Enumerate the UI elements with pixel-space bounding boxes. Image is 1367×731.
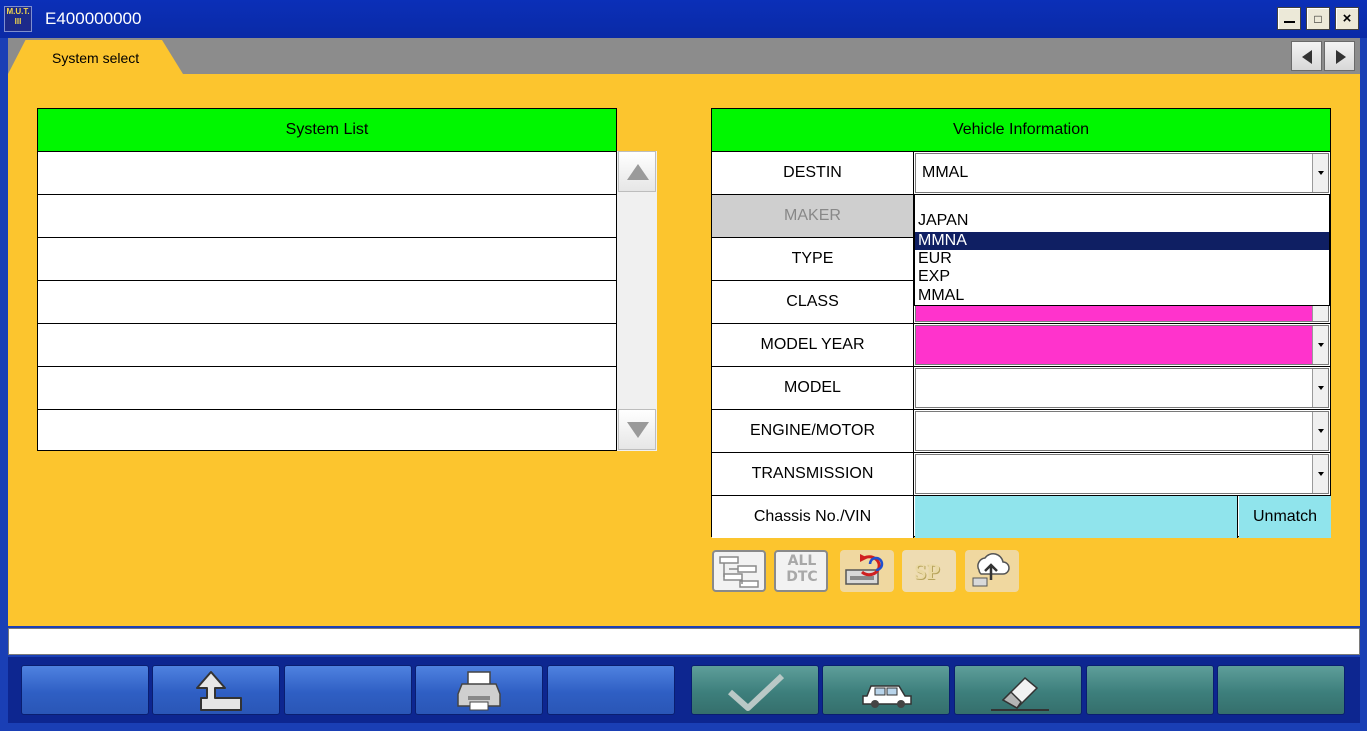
model-year-row: MODEL YEAR <box>712 324 1330 367</box>
engine-motor-label: ENGINE/MOTOR <box>712 410 914 452</box>
data-upload-button[interactable] <box>965 550 1019 592</box>
function-button-9[interactable] <box>1086 665 1214 715</box>
function-button-1[interactable] <box>21 665 149 715</box>
minimize-button[interactable] <box>1277 7 1301 30</box>
engine-motor-row: ENGINE/MOTOR <box>712 410 1330 453</box>
title-bar: M.U.T. III E400000000 □ × <box>0 0 1367 38</box>
system-tree-icon <box>719 556 759 588</box>
all-dtc-line2: DTC <box>786 569 818 585</box>
dropdown-option[interactable]: JAPAN <box>915 212 1329 230</box>
destin-dropdown-list[interactable]: JAPAN MMNA EUR EXP MMAL <box>914 194 1330 306</box>
special-function-button[interactable]: SP <box>902 550 956 592</box>
vehicle-button[interactable] <box>822 665 950 715</box>
back-button[interactable] <box>152 665 280 715</box>
model-label: MODEL <box>712 367 914 409</box>
window-title: E400000000 <box>45 9 142 28</box>
maker-label: MAKER <box>712 195 914 237</box>
scroll-down-button[interactable] <box>618 409 656 450</box>
dropdown-arrow-icon[interactable] <box>1312 455 1328 493</box>
tab-strip: System select <box>8 38 1360 74</box>
maximize-icon: □ <box>1314 12 1322 26</box>
printer-icon <box>457 671 501 711</box>
print-button[interactable] <box>415 665 543 715</box>
ecu-reprogram-button[interactable] <box>840 550 894 592</box>
dropdown-option-selected[interactable]: MMNA <box>915 232 1329 250</box>
function-button-5[interactable] <box>547 665 675 715</box>
model-row: MODEL <box>712 367 1330 410</box>
eraser-icon <box>991 676 1049 711</box>
system-list-header: System List <box>38 109 616 152</box>
app-logo-text: M.U.T. III <box>6 7 30 26</box>
class-label: CLASS <box>712 281 914 323</box>
status-bar <box>8 628 1360 655</box>
dropdown-option[interactable]: MMAL <box>915 287 1329 305</box>
model-year-label: MODEL YEAR <box>712 324 914 366</box>
list-item[interactable] <box>38 238 616 281</box>
chevron-right-icon <box>1336 50 1346 64</box>
all-dtc-line1: ALL <box>787 553 817 569</box>
list-item[interactable] <box>38 367 616 410</box>
list-item[interactable] <box>38 195 616 238</box>
tab-scroll-left-button[interactable] <box>1291 41 1322 71</box>
destin-label: DESTIN <box>712 152 914 194</box>
list-item[interactable] <box>38 281 616 324</box>
list-item[interactable] <box>38 152 616 195</box>
vin-status: Unmatch <box>1239 496 1331 538</box>
engine-motor-select[interactable] <box>915 411 1329 451</box>
vehicle-information-header: Vehicle Information <box>712 109 1330 152</box>
system-list-scrollbar[interactable] <box>617 151 657 451</box>
car-icon <box>862 685 912 708</box>
main-panel: System List Vehicle Information DESTIN M… <box>8 74 1360 626</box>
tab-scroll-right-button[interactable] <box>1324 41 1355 71</box>
arrow-up-icon <box>627 164 649 180</box>
scroll-up-button[interactable] <box>618 151 656 192</box>
vin-field[interactable] <box>915 496 1238 538</box>
bottom-toolbar <box>8 657 1360 723</box>
function-button-10[interactable] <box>1217 665 1345 715</box>
destin-select[interactable]: MMAL <box>915 153 1329 193</box>
maximize-button[interactable]: □ <box>1306 7 1330 30</box>
dropdown-arrow-icon[interactable] <box>1312 412 1328 450</box>
all-dtc-icon: ALL DTC <box>782 553 822 585</box>
model-select[interactable] <box>915 368 1329 408</box>
data-upload-icon <box>972 553 1010 587</box>
special-function-icon: SP <box>914 559 940 584</box>
transmission-row: TRANSMISSION <box>712 453 1330 496</box>
app-logo-icon: M.U.T. III <box>4 6 32 32</box>
checkmark-icon <box>728 673 785 711</box>
dropdown-arrow-icon[interactable] <box>1312 326 1328 364</box>
app-window: M.U.T. III E400000000 □ × System select … <box>0 0 1367 731</box>
model-year-select[interactable] <box>915 325 1329 365</box>
close-icon: × <box>1342 10 1352 27</box>
system-list: System List <box>37 108 617 451</box>
system-tree-button[interactable] <box>712 550 766 592</box>
chevron-left-icon <box>1302 50 1312 64</box>
ecu-reprogram-icon <box>845 554 884 585</box>
close-button[interactable]: × <box>1335 7 1359 30</box>
dropdown-arrow-icon[interactable] <box>1312 154 1328 192</box>
vehicle-information-table: Vehicle Information DESTIN MMAL MAKER TY… <box>711 108 1331 539</box>
back-arrow-icon <box>196 671 242 711</box>
dropdown-option[interactable]: EUR <box>915 250 1329 268</box>
transmission-label: TRANSMISSION <box>712 453 914 495</box>
all-dtc-button[interactable]: ALL DTC <box>774 550 828 592</box>
transmission-select[interactable] <box>915 454 1329 494</box>
confirm-button[interactable] <box>691 665 819 715</box>
tab-system-select[interactable]: System select <box>8 40 183 74</box>
clear-button[interactable] <box>954 665 1082 715</box>
destin-row: DESTIN MMAL <box>712 152 1330 195</box>
function-button-3[interactable] <box>284 665 412 715</box>
tab-label: System select <box>52 50 140 66</box>
arrow-down-icon <box>627 422 649 438</box>
minimize-icon <box>1284 21 1295 23</box>
dropdown-option[interactable]: EXP <box>915 268 1329 286</box>
dropdown-arrow-icon[interactable] <box>1312 369 1328 407</box>
vin-row: Chassis No./VIN Unmatch <box>712 496 1331 539</box>
list-item[interactable] <box>38 324 616 367</box>
list-item[interactable] <box>38 410 616 453</box>
destin-value: MMAL <box>922 164 969 181</box>
type-label: TYPE <box>712 238 914 280</box>
vin-label: Chassis No./VIN <box>712 496 914 538</box>
